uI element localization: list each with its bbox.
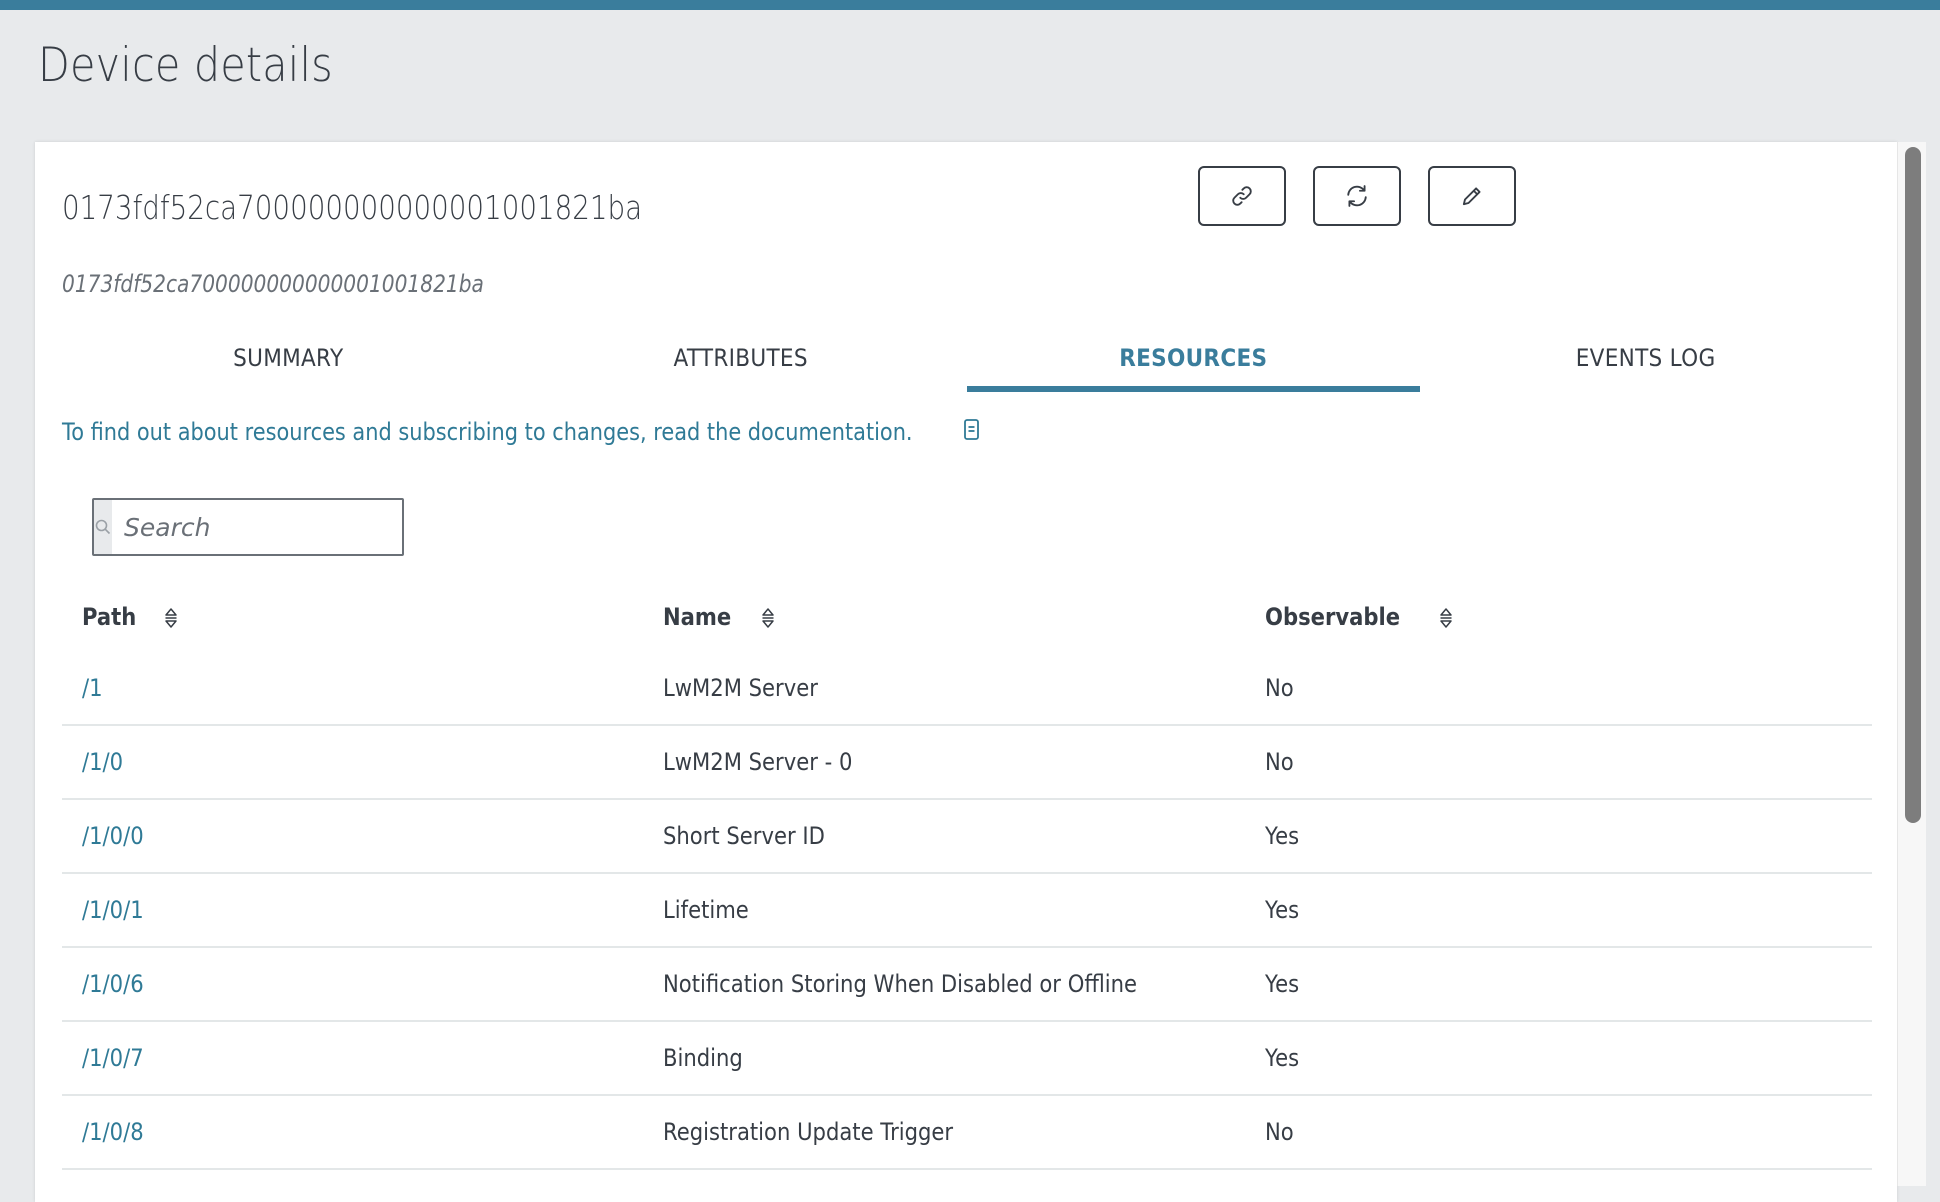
tab-resources[interactable]: RESOURCES [967, 332, 1420, 392]
tab-bar: SUMMARY ATTRIBUTES RESOURCES EVENTS LOG [62, 332, 1872, 392]
column-header-observable-label: Observable [1265, 603, 1401, 631]
column-header-name-label: Name [663, 603, 732, 631]
pencil-icon [1462, 187, 1481, 206]
resource-observable: No [1265, 1118, 1294, 1146]
device-id-subtitle: 0173fdf52ca700000000000001001821ba [62, 270, 484, 298]
resource-observable: No [1265, 748, 1294, 776]
page-title: Device details [38, 38, 333, 93]
resource-name: Binding [663, 1044, 743, 1072]
search-input[interactable] [112, 500, 440, 554]
tab-events-log-label: EVENTS LOG [1575, 344, 1716, 372]
resource-observable: Yes [1265, 970, 1300, 998]
resource-path-link[interactable]: /1/0/0 [82, 822, 144, 850]
column-header-path-label: Path [82, 603, 137, 631]
documentation-link[interactable]: To find out about resources and subscrib… [62, 418, 1040, 446]
tab-summary-label: SUMMARY [233, 344, 344, 372]
search-field[interactable] [92, 498, 440, 556]
resource-path-link[interactable]: /1/0/6 [82, 970, 144, 998]
search-adornment [94, 500, 112, 554]
tab-resources-label: RESOURCES [1119, 344, 1268, 372]
tab-summary[interactable]: SUMMARY [62, 332, 515, 392]
resource-name: Notification Storing When Disabled or Of… [663, 970, 1138, 998]
table-row[interactable]: /1/0/1 Lifetime Yes [62, 874, 1872, 948]
document-icon[interactable] [963, 418, 981, 442]
resource-observable: No [1265, 674, 1294, 702]
resource-path-link[interactable]: /1/0/1 [82, 896, 144, 924]
refresh-icon [1347, 185, 1367, 207]
tab-attributes-label: ATTRIBUTES [673, 344, 808, 372]
device-id-heading: 0173fdf52ca700000000000001001821ba [62, 188, 643, 227]
tab-attributes[interactable]: ATTRIBUTES [515, 332, 968, 392]
resource-observable: Yes [1265, 1044, 1300, 1072]
column-header-observable[interactable]: Observable [1265, 603, 1872, 631]
scrollbar-track[interactable] [1897, 142, 1926, 1186]
edit-button[interactable] [1428, 166, 1516, 226]
resource-name: LwM2M Server - 0 [663, 748, 853, 776]
column-header-name[interactable]: Name [663, 603, 1265, 631]
resource-observable: Yes [1265, 822, 1300, 850]
resource-name: Short Server ID [663, 822, 825, 850]
table-row[interactable]: /1/0/0 Short Server ID Yes [62, 800, 1872, 874]
resource-name: Lifetime [663, 896, 749, 924]
resource-name: Registration Update Trigger [663, 1118, 954, 1146]
resource-path-link[interactable]: /1/0/7 [82, 1044, 144, 1072]
refresh-button[interactable] [1313, 166, 1401, 226]
table-row[interactable]: /1/0/8 Registration Update Trigger No [62, 1096, 1872, 1170]
sort-icon[interactable] [164, 607, 178, 629]
tab-events-log[interactable]: EVENTS LOG [1420, 332, 1873, 392]
resource-name: LwM2M Server [663, 674, 818, 702]
table-row[interactable]: /1/0 LwM2M Server - 0 No [62, 726, 1872, 800]
documentation-link-text[interactable]: To find out about resources and subscrib… [62, 418, 913, 446]
table-header: Path Name Observable [62, 582, 1872, 652]
table-row[interactable]: /1/0/7 Binding Yes [62, 1022, 1872, 1096]
resource-path-link[interactable]: /1/0/8 [82, 1118, 144, 1146]
copy-link-button[interactable] [1198, 166, 1286, 226]
search-icon [95, 519, 111, 535]
top-accent-bar [0, 0, 1940, 10]
scrollbar-thumb[interactable] [1905, 147, 1921, 823]
resource-path-link[interactable]: /1 [82, 674, 103, 702]
sort-icon[interactable] [1439, 607, 1453, 629]
resources-table: Path Name Observable /1 LwM2M Server No … [62, 582, 1872, 1170]
table-row[interactable]: /1 LwM2M Server No [62, 652, 1872, 726]
column-header-path[interactable]: Path [62, 603, 663, 631]
device-card: 0173fdf52ca700000000000001001821ba 0173f… [35, 142, 1897, 1202]
resource-path-link[interactable]: /1/0 [82, 748, 123, 776]
table-row[interactable]: /1/0/6 Notification Storing When Disable… [62, 948, 1872, 1022]
link-icon [1232, 186, 1252, 206]
resource-observable: Yes [1265, 896, 1300, 924]
sort-icon[interactable] [761, 607, 775, 629]
